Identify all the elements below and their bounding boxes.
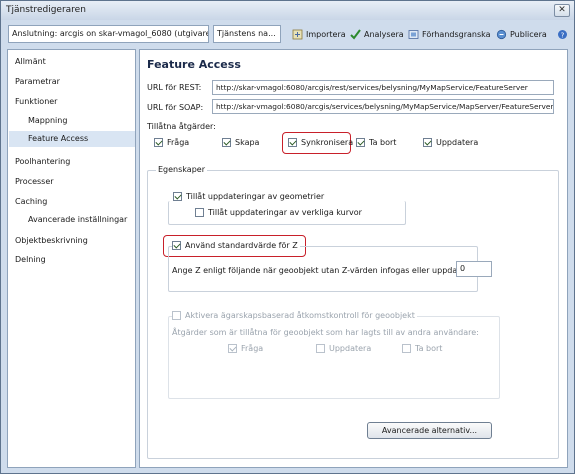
properties-group-title: Egenskaper [156,165,207,174]
sidebar-item-sharing[interactable]: Delning [15,255,46,264]
sidebar-item-pooling[interactable]: Poolhantering [15,157,70,166]
checkbox-box[interactable] [288,138,297,147]
publish-icon [496,29,507,39]
op-delete-label: Ta bort [369,138,397,147]
checkbox-box[interactable] [356,138,365,147]
import-label: Importera [306,29,346,39]
page-title: Feature Access [147,58,241,71]
op-create-label: Skapa [235,138,260,147]
advanced-options-button[interactable]: Avancerade alternativ... [367,422,492,439]
help-button[interactable]: ? [557,26,568,42]
checkbox-box[interactable] [172,311,181,320]
checkbox-box[interactable] [172,241,181,250]
own-op-update-label: Uppdatera [329,344,372,353]
op-update-checkbox[interactable]: Uppdatera [423,138,478,147]
own-op-delete-checkbox[interactable]: Ta bort [402,344,442,353]
sidebar-item-parameters[interactable]: Parametrar [15,77,60,86]
publish-label: Publicera [510,29,547,39]
close-button[interactable]: ✕ [554,4,570,17]
window-title: Tjänstredigeraren [6,5,86,15]
own-op-update-checkbox[interactable]: Uppdatera [316,344,371,353]
sidebar-item-processes[interactable]: Processer [15,177,54,186]
properties-group: Egenskaper Tillåt uppdateringar av geome… [147,165,559,459]
soap-url-label: URL för SOAP: [147,103,204,112]
sidebar-item-item-description[interactable]: Objektbeskrivning [15,236,88,245]
toolbar: Anslutning: arcgis on skar-vmagol_6080 (… [1,20,574,48]
op-sync-checkbox[interactable]: Synkronisera [288,138,353,147]
checkmark-icon [350,28,361,40]
soap-url-field[interactable]: http://skar-vmagol:6080/arcgis/services/… [212,99,554,114]
op-query-label: Fråga [167,138,190,147]
service-name-field[interactable]: Tjänstens na... [213,25,281,43]
use-default-z-checkbox[interactable]: Använd standardvärde för Z [172,241,300,250]
preview-label: Förhandsgranska [422,29,491,39]
analyze-button[interactable]: Analysera [350,26,404,42]
import-icon [292,29,303,39]
checkbox-box[interactable] [423,138,432,147]
rest-url-field[interactable]: http://skar-vmagol:6080/arcgis/rest/serv… [212,80,554,95]
allow-true-curves-checkbox[interactable]: Tillåt uppdateringar av verkliga kurvor [195,208,362,217]
checkbox-box[interactable] [222,138,231,147]
z-value-description: Ange Z enligt följande när geoobjekt uta… [172,266,481,275]
sidebar-item-mapping[interactable]: Mappning [28,116,67,125]
import-button[interactable]: Importera [292,26,346,42]
own-op-delete-label: Ta bort [415,344,443,353]
sidebar-item-capabilities[interactable]: Funktioner [15,97,57,106]
sidebar-item-general[interactable]: Allmänt [15,57,46,66]
sidebar-item-caching[interactable]: Caching [15,197,47,206]
allowed-operations-label: Tillåtna åtgärder: [147,122,216,131]
help-icon: ? [558,29,567,39]
op-create-checkbox[interactable]: Skapa [222,138,259,147]
op-delete-checkbox[interactable]: Ta bort [356,138,396,147]
svg-text:?: ? [561,31,565,39]
allow-true-curves-label: Tillåt uppdateringar av verkliga kurvor [208,208,362,217]
sidebar-item-feature-access[interactable]: Feature Access [9,131,135,147]
checkbox-box[interactable] [316,344,325,353]
checkbox-box[interactable] [154,138,163,147]
z-value-input[interactable]: 0 [456,261,492,277]
ownership-access-checkbox[interactable]: Aktivera ägarskapsbaserad åtkomstkontrol… [172,311,417,320]
service-editor-window: Tjänstredigeraren ✕ Anslutning: arcgis o… [0,0,575,474]
connection-dropdown[interactable]: Anslutning: arcgis on skar-vmagol_6080 (… [8,25,209,43]
op-sync-label: Synkronisera [301,138,354,147]
allow-geometry-updates-checkbox[interactable]: Tillåt uppdateringar av geometrier [173,192,324,201]
sidebar-item-advanced-settings[interactable]: Avancerade inställningar [28,215,127,224]
checkbox-box[interactable] [228,344,237,353]
publish-button[interactable]: Publicera [496,26,547,42]
op-update-label: Uppdatera [436,138,479,147]
checkbox-box[interactable] [195,208,204,217]
preview-button[interactable]: Förhandsgranska [408,26,491,42]
feature-access-panel: Feature Access URL för REST: http://skar… [139,49,568,468]
preview-icon [408,29,419,39]
checkbox-box[interactable] [173,192,182,201]
sidebar: Allmänt Parametrar Funktioner Mappning F… [7,49,136,468]
ownership-access-label: Aktivera ägarskapsbaserad åtkomstkontrol… [185,311,415,320]
analyze-label: Analysera [364,29,404,39]
title-bar: Tjänstredigeraren ✕ [1,1,574,20]
ownership-description: Åtgärder som är tillåtna för geoobjekt s… [172,328,479,337]
checkbox-box[interactable] [402,344,411,353]
rest-url-label: URL för REST: [147,83,202,92]
op-query-checkbox[interactable]: Fråga [154,138,189,147]
allow-geometry-updates-label: Tillåt uppdateringar av geometrier [186,192,325,201]
own-op-query-checkbox[interactable]: Fråga [228,344,263,353]
use-default-z-label: Använd standardvärde för Z [185,241,298,250]
own-op-query-label: Fråga [241,344,264,353]
